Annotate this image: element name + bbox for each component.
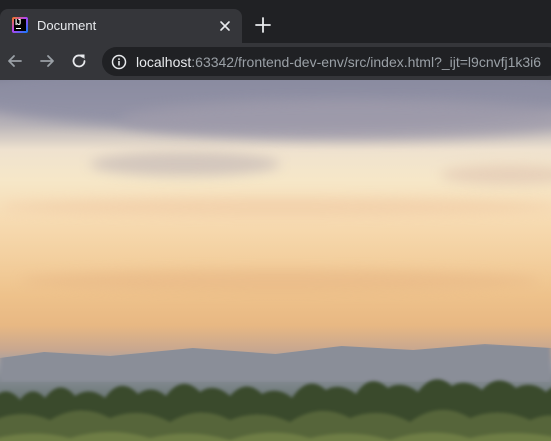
address-bar[interactable]: localhost:63342/frontend-dev-env/src/ind… xyxy=(102,47,551,76)
treeline xyxy=(0,379,551,441)
browser-toolbar: localhost:63342/frontend-dev-env/src/ind… xyxy=(0,43,551,80)
close-icon[interactable] xyxy=(216,17,234,35)
tab-document[interactable]: IJ Document xyxy=(0,9,242,43)
tab-strip: IJ Document xyxy=(0,0,551,43)
page-background-image xyxy=(0,80,551,441)
new-tab-plus-icon[interactable] xyxy=(252,14,274,36)
tab-title: Document xyxy=(37,18,97,33)
forward-arrow-icon[interactable] xyxy=(37,51,57,71)
back-arrow-icon[interactable] xyxy=(5,51,25,71)
intellij-favicon-icon: IJ xyxy=(12,17,28,33)
url-path: :63342/frontend-dev-env/src/index.html?_… xyxy=(191,54,542,70)
cloud xyxy=(90,152,280,176)
url-text[interactable]: localhost:63342/frontend-dev-env/src/ind… xyxy=(136,54,541,70)
reload-icon[interactable] xyxy=(69,51,89,71)
cloud xyxy=(0,198,551,216)
cloud xyxy=(120,100,551,140)
site-info-icon[interactable] xyxy=(111,54,127,70)
cloud xyxy=(20,270,540,292)
cloud xyxy=(440,165,551,185)
url-host: localhost xyxy=(136,54,192,70)
